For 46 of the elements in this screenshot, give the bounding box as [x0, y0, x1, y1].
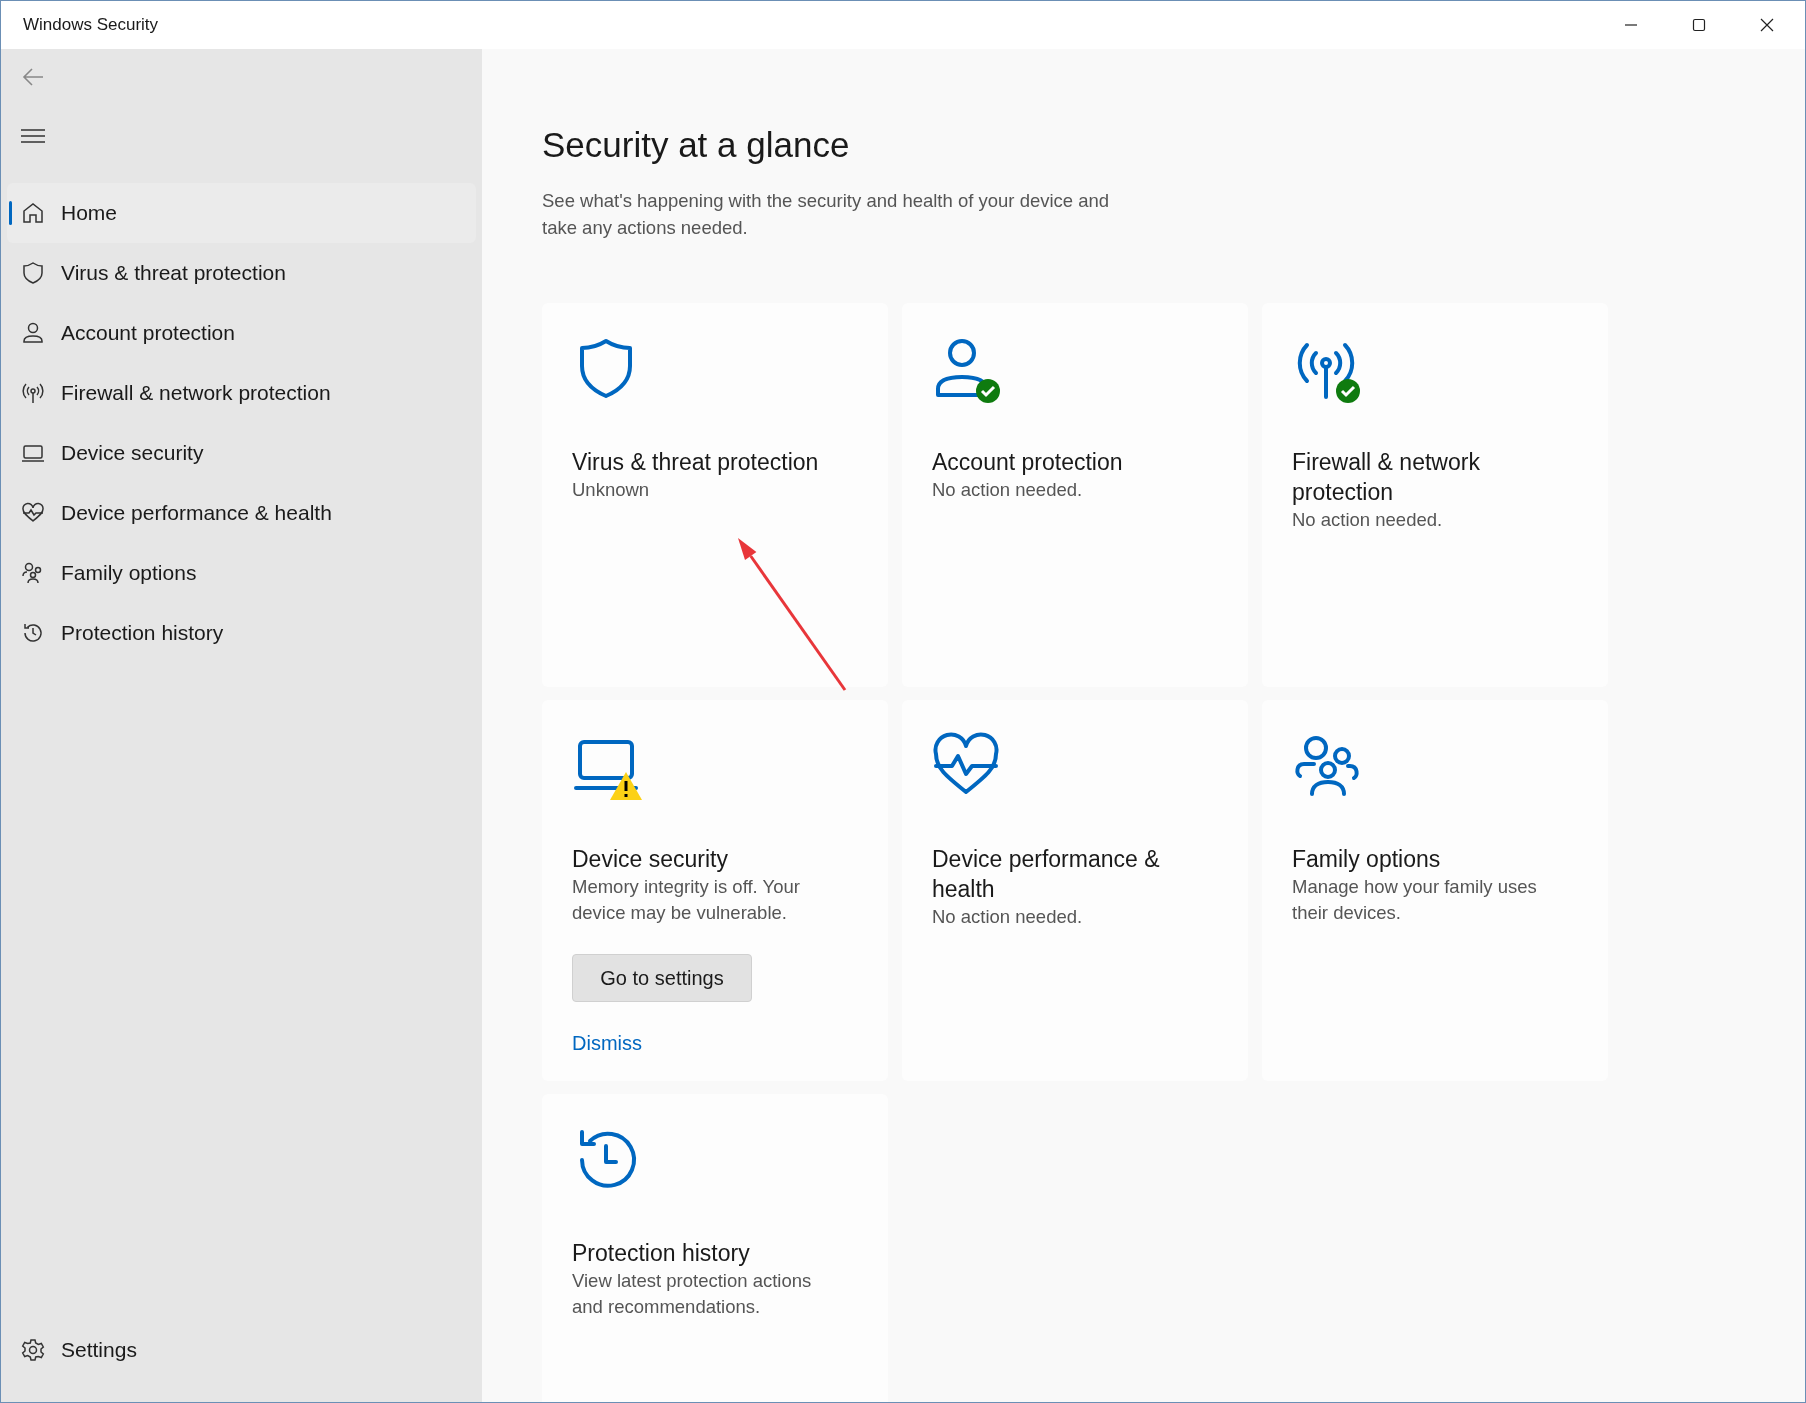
sidebar-item[interactable]: Account protection [7, 303, 476, 363]
card-title: Protection history [572, 1239, 750, 1268]
menu-icon[interactable] [21, 129, 45, 143]
sidebar-item[interactable]: Home [7, 183, 476, 243]
go-to-settings-button[interactable]: Go to settings [572, 954, 752, 1002]
person-icon [21, 321, 45, 345]
card-status: No action needed. [932, 905, 1083, 929]
home-icon [21, 201, 45, 225]
card-title: Device security [572, 845, 728, 874]
card-title: Family options [1292, 845, 1441, 874]
maximize-icon[interactable] [1691, 17, 1707, 33]
back-arrow-icon[interactable] [21, 67, 45, 87]
card-status: Unknown [572, 478, 650, 502]
card-title: Firewall & network protection [1292, 448, 1481, 507]
card-status: View latest protection actions and recommendations. [572, 1269, 813, 1319]
close-icon[interactable] [1759, 17, 1775, 33]
card-status: No action needed. [1292, 508, 1443, 532]
card-status: Memory integrity is off. Your device may be vulnerable. [572, 875, 801, 925]
sidebar-item[interactable]: Virus & threat protection [7, 243, 476, 303]
status-card[interactable]: Firewall & network protection No action needed. [1262, 303, 1608, 687]
card-status: Manage how your family uses their devices. [1292, 875, 1538, 925]
sidebar-item[interactable]: Device security [7, 423, 476, 483]
antenna-icon [21, 381, 45, 405]
card-title: Account protection [932, 448, 1123, 477]
page-description: See what's happening with the security and health of your device and take any actions needed. [542, 189, 1111, 240]
status-card[interactable]: Device performance & health No action needed. [902, 700, 1248, 1081]
sidebar-item[interactable]: Firewall & network protection [7, 363, 476, 423]
settings-icon [21, 1338, 45, 1362]
shield-icon [21, 261, 45, 285]
sidebar-item[interactable]: Protection history [7, 603, 476, 663]
status-card[interactable]: Device security Memory integrity is off. Your device may be vulnerable. Go to settings Dismiss [542, 700, 888, 1081]
status-card[interactable]: Family options Manage how your family uses their devices. [1262, 700, 1608, 1081]
status-card[interactable]: Virus & threat protection Unknown [542, 303, 888, 687]
status-card[interactable]: Account protection No action needed. [902, 303, 1248, 687]
card-status: No action needed. [932, 478, 1083, 502]
history-icon [21, 621, 45, 645]
dismiss-link[interactable]: Dismiss [572, 1032, 642, 1055]
sidebar-item[interactable]: Device performance & health [7, 483, 476, 543]
card-title: Device performance & health [932, 845, 1161, 904]
settings-nav-item[interactable]: Settings [7, 1320, 476, 1380]
status-card[interactable]: Protection history View latest protection actions and recommendations. [542, 1094, 888, 1402]
sidebar-item[interactable]: Family options [7, 543, 476, 603]
page-title: Security at a glance [542, 125, 851, 165]
heart-pulse-icon [21, 501, 45, 525]
card-title: Virus & threat protection [572, 448, 819, 477]
window-title: Windows Security [23, 15, 159, 35]
